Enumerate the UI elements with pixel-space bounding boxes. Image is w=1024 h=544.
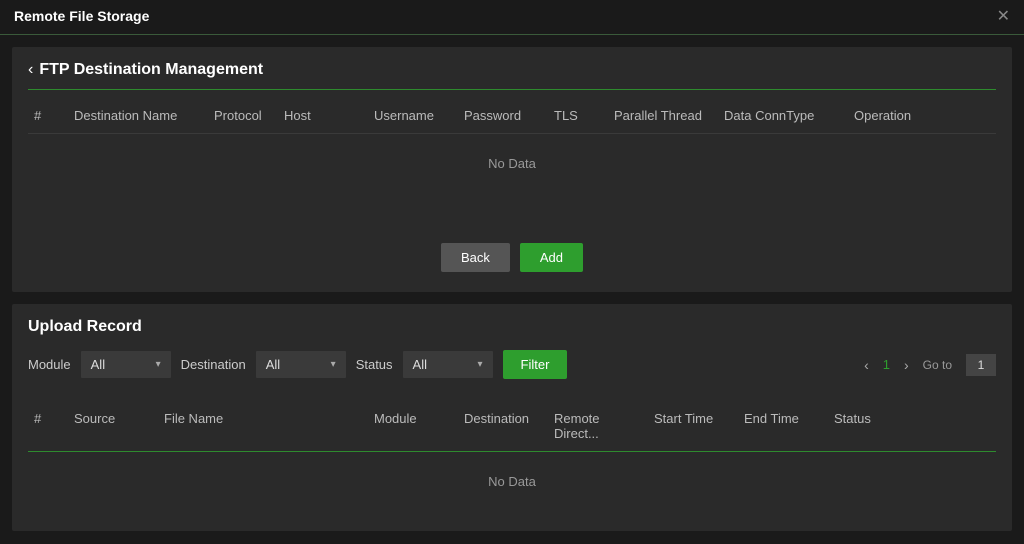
titlebar-title: Remote File Storage	[14, 8, 149, 24]
module-label: Module	[28, 357, 71, 372]
module-select-value: All	[91, 357, 105, 372]
status-label: Status	[356, 357, 393, 372]
chevron-down-icon: ▾	[478, 359, 483, 370]
pagination: ‹ 1 › Go to	[864, 354, 996, 376]
ftp-panel-title: FTP Destination Management	[39, 61, 263, 79]
upload-table-header: # Source File Name Module Destination Re…	[28, 393, 996, 452]
page-prev-icon[interactable]: ‹	[864, 357, 869, 373]
destination-label: Destination	[181, 357, 246, 372]
col-operation: Operation	[854, 108, 990, 123]
upload-no-data: No Data	[28, 452, 996, 511]
ftp-no-data: No Data	[28, 134, 996, 193]
col-remote-dir: Remote Direct...	[554, 411, 654, 441]
add-button[interactable]: Add	[520, 243, 583, 272]
filter-button[interactable]: Filter	[503, 350, 568, 379]
close-icon[interactable]: ✕	[997, 6, 1010, 26]
ftp-panel: ‹ FTP Destination Management # Destinati…	[12, 47, 1012, 292]
upload-panel-title: Upload Record	[28, 318, 996, 336]
col-parallel-thread: Parallel Thread	[614, 108, 724, 123]
upload-filter-row: Module All ▾ Destination All ▾ Status Al…	[28, 350, 996, 379]
destination-select-value: All	[266, 357, 280, 372]
back-chevron-icon[interactable]: ‹	[28, 61, 33, 79]
status-select-value: All	[413, 357, 427, 372]
col-status: Status	[834, 411, 990, 441]
chevron-down-icon: ▾	[331, 359, 336, 370]
page-next-icon[interactable]: ›	[904, 357, 909, 373]
back-button[interactable]: Back	[441, 243, 510, 272]
col-source: Source	[74, 411, 164, 441]
go-to-label: Go to	[923, 358, 952, 372]
col-destination: Destination	[464, 411, 554, 441]
col-username: Username	[374, 108, 464, 123]
col-start-time: Start Time	[654, 411, 744, 441]
col-host: Host	[284, 108, 374, 123]
upload-panel: Upload Record Module All ▾ Destination A…	[12, 304, 1012, 531]
destination-select[interactable]: All ▾	[256, 351, 346, 378]
col-module: Module	[374, 411, 464, 441]
ftp-table-header: # Destination Name Protocol Host Usernam…	[28, 90, 996, 134]
col-protocol: Protocol	[214, 108, 284, 123]
col-number: #	[34, 411, 74, 441]
ftp-panel-header: ‹ FTP Destination Management	[28, 61, 996, 90]
col-number: #	[34, 108, 74, 123]
module-select[interactable]: All ▾	[81, 351, 171, 378]
go-to-input[interactable]	[966, 354, 996, 376]
col-dest-name: Destination Name	[74, 108, 214, 123]
titlebar: Remote File Storage ✕	[0, 0, 1024, 35]
col-end-time: End Time	[744, 411, 834, 441]
col-password: Password	[464, 108, 554, 123]
status-select[interactable]: All ▾	[403, 351, 493, 378]
col-tls: TLS	[554, 108, 614, 123]
page-current[interactable]: 1	[883, 357, 890, 372]
col-data-conntype: Data ConnType	[724, 108, 854, 123]
ftp-button-row: Back Add	[28, 243, 996, 272]
chevron-down-icon: ▾	[156, 359, 161, 370]
col-filename: File Name	[164, 411, 374, 441]
